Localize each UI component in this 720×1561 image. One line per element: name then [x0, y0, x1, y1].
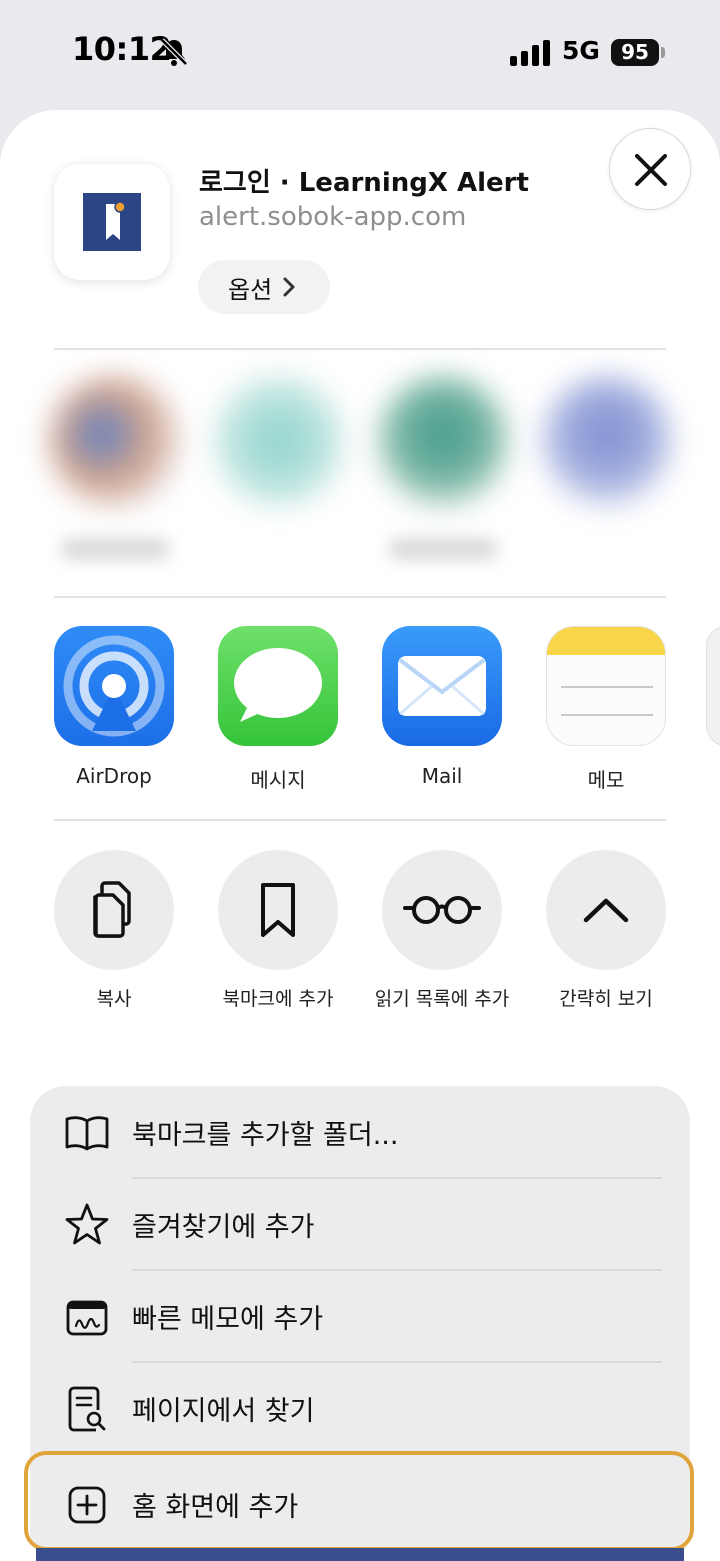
background-page-strip: [36, 1548, 684, 1561]
page-title: 로그인 · LearningX Alert: [199, 168, 529, 198]
divider: [54, 819, 666, 821]
chevron-right-icon: [283, 277, 295, 297]
copy-icon: [93, 881, 131, 938]
find-in-page-icon: [68, 1386, 106, 1432]
network-type: 5G: [562, 36, 600, 65]
action-label: 복사: [96, 988, 132, 1010]
share-app-label: 메모: [587, 768, 625, 792]
quick-note-icon: [66, 1300, 108, 1336]
share-app-messages[interactable]: 메시지: [218, 626, 338, 793]
divider: [54, 348, 666, 350]
action-label: 북마크에 추가: [222, 988, 334, 1010]
share-sheet: 로그인 · LearningX Alert alert.sobok-app.co…: [0, 110, 720, 1561]
close-button[interactable]: [609, 128, 691, 210]
silent-bell-icon: [160, 38, 188, 66]
menu-item-label: 빠른 메모에 추가: [132, 1303, 324, 1335]
share-app-notes[interactable]: 메모: [546, 626, 666, 793]
site-icon: [54, 164, 170, 280]
battery-level: 95: [611, 39, 659, 66]
status-bar: 10:12 5G 95: [0, 0, 720, 105]
bookmark-icon: [261, 883, 295, 937]
share-app-airdrop[interactable]: AirDrop: [54, 626, 174, 788]
close-icon: [635, 154, 667, 186]
action-copy[interactable]: 복사: [29, 850, 199, 1011]
contact-avatar[interactable]: [50, 376, 180, 506]
page-url: alert.sobok-app.com: [199, 202, 467, 232]
action-add-reading-list[interactable]: 읽기 목록에 추가: [357, 850, 527, 1011]
book-icon: [65, 1116, 109, 1151]
share-app-label: AirDrop: [76, 764, 152, 788]
battery-tip: [661, 47, 665, 58]
menu-item-label: 즐겨찾기에 추가: [132, 1211, 315, 1243]
contact-avatar[interactable]: [378, 376, 508, 506]
share-app-mail[interactable]: Mail: [382, 626, 502, 788]
menu-add-to-favorites[interactable]: 즐겨찾기에 추가: [30, 1178, 690, 1270]
action-show-less[interactable]: 간략히 보기: [521, 850, 691, 1011]
menu-item-label: 페이지에서 찾기: [132, 1395, 315, 1427]
options-label: 옵션: [228, 275, 273, 304]
action-label: 간략히 보기: [559, 988, 653, 1010]
highlight-box: [24, 1451, 694, 1551]
notes-icon: [546, 626, 666, 746]
messages-icon: [218, 626, 338, 746]
share-app-label: 메시지: [250, 768, 306, 792]
action-add-bookmark[interactable]: 북마크에 추가: [193, 850, 363, 1011]
menu-add-bookmark-to-folder[interactable]: 북마크를 추가할 폴더...: [30, 1086, 690, 1178]
status-time: 10:12: [72, 30, 172, 68]
menu-add-to-quick-note[interactable]: 빠른 메모에 추가: [30, 1270, 690, 1362]
mail-icon: [382, 626, 502, 746]
airdrop-icon: [54, 626, 174, 746]
contact-name: [388, 538, 498, 560]
glasses-icon: [403, 896, 481, 924]
share-app-more[interactable]: [706, 626, 720, 746]
contact-avatar[interactable]: [214, 376, 344, 506]
contact-avatar[interactable]: [542, 376, 672, 506]
contact-name: [60, 538, 170, 560]
cellular-signal-icon: [510, 40, 550, 66]
menu-find-in-page[interactable]: 페이지에서 찾기: [30, 1362, 690, 1454]
options-button[interactable]: 옵션: [198, 260, 330, 314]
action-label: 읽기 목록에 추가: [374, 988, 510, 1010]
chevron-up-icon: [583, 898, 629, 923]
menu-item-label: 북마크를 추가할 폴더...: [132, 1119, 399, 1151]
divider: [54, 596, 666, 598]
star-icon: [65, 1203, 109, 1245]
share-app-label: Mail: [421, 764, 463, 788]
